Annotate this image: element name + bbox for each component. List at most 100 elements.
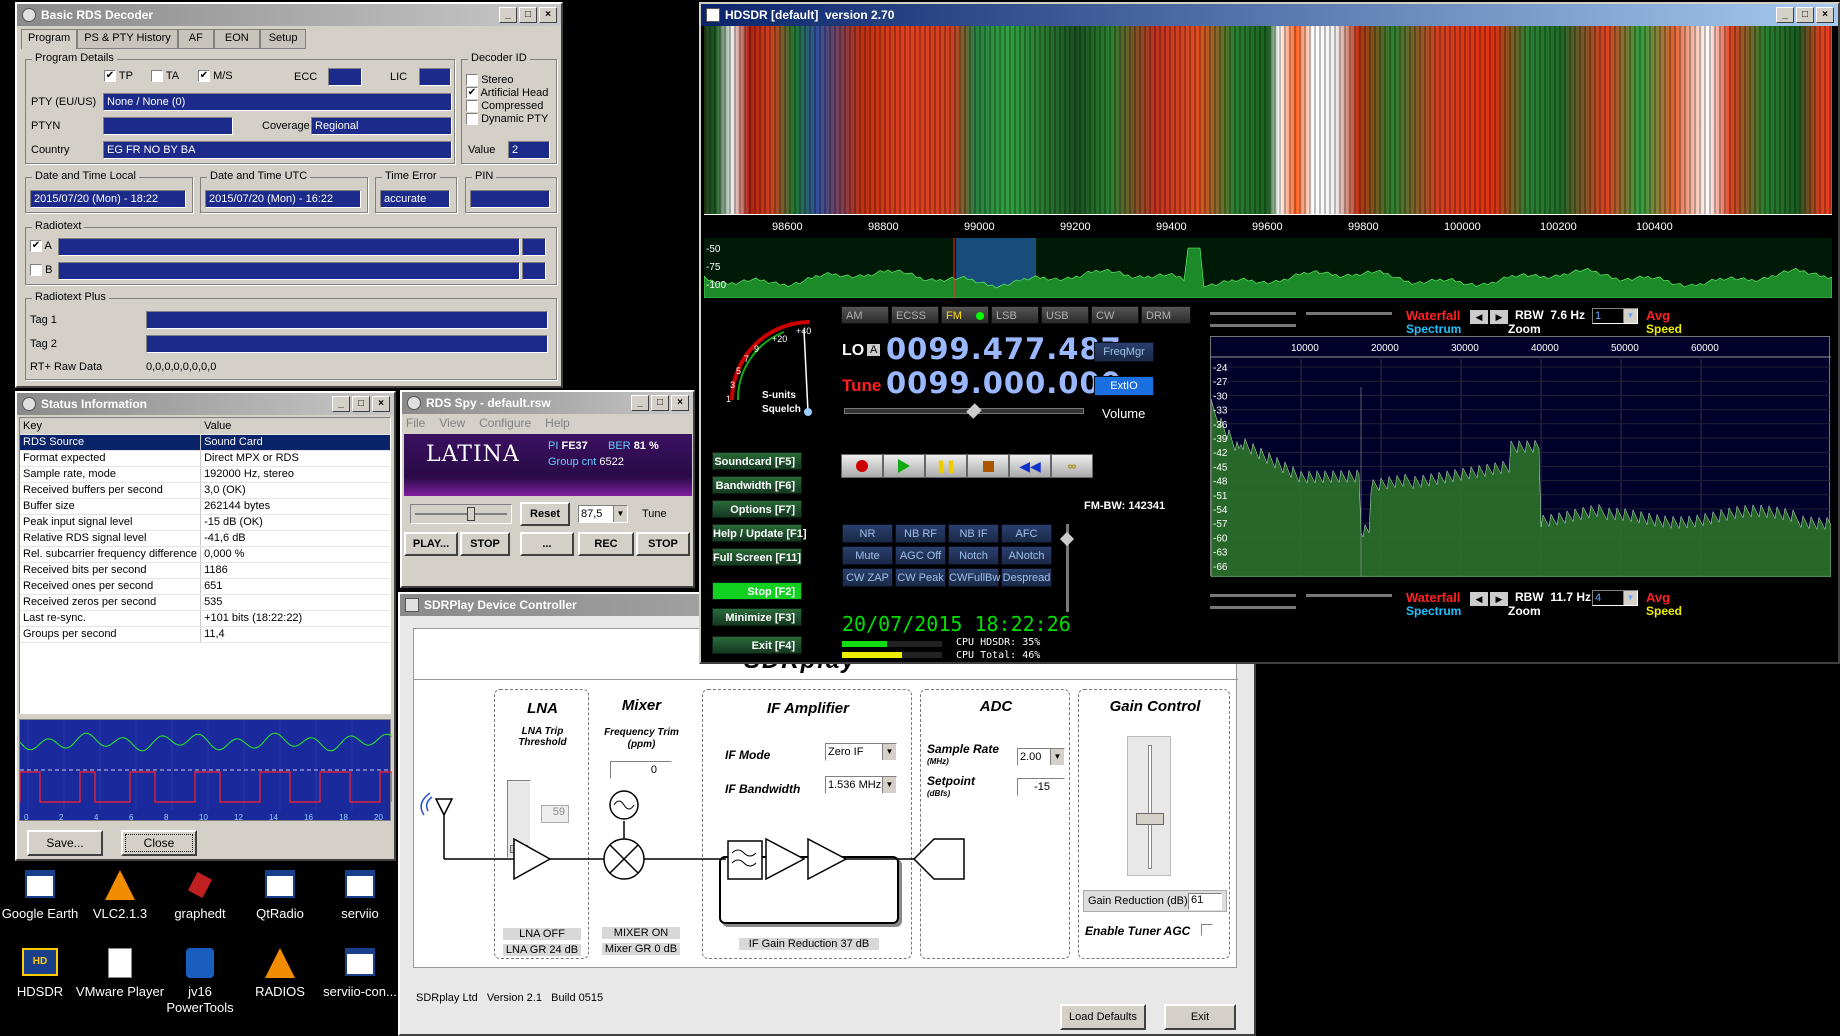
reset-button[interactable]: Reset (520, 502, 570, 526)
desktop-icon-serviio-console[interactable]: serviio-con... (320, 948, 400, 1028)
tab-program[interactable]: Program (21, 29, 78, 49)
rewind-icon[interactable]: ◀◀ (1009, 454, 1051, 478)
table-row[interactable]: Received zeros per second 535 (20, 594, 390, 611)
stop-icon[interactable] (967, 454, 1009, 478)
mode-fm[interactable]: FM (941, 306, 989, 324)
close-button[interactable]: × (539, 7, 557, 23)
minimize-button[interactable]: _ (499, 7, 517, 23)
desktop-icon-serviio[interactable]: serviio (320, 870, 400, 940)
rf-waterfall[interactable] (704, 26, 1832, 214)
title-bar[interactable]: Basic RDS Decoder _ □ × (17, 4, 561, 26)
extio-button[interactable]: ExtIO (1094, 376, 1154, 396)
desktop-icon-vlc[interactable]: VLC2.1.3 (80, 870, 160, 940)
desktop-icon-graphedt[interactable]: graphedt (160, 870, 240, 940)
waterfall-slider[interactable] (1210, 594, 1296, 597)
help-update-button[interactable]: Help / Update [F1] (712, 524, 807, 542)
mode-lsb[interactable]: LSB (991, 306, 1039, 324)
tab-ps-pty-history[interactable]: PS & PTY History (77, 29, 178, 49)
maximize-button[interactable]: □ (352, 396, 370, 412)
tab-setup[interactable]: Setup (259, 29, 307, 49)
radiotext-b-checkbox[interactable]: B (30, 264, 52, 277)
save-button[interactable]: Save... (27, 830, 103, 856)
table-row[interactable]: Received buffers per second 3,0 (OK) (20, 482, 390, 499)
title-bar[interactable]: RDS Spy - default.rsw _ □ × (402, 392, 693, 414)
tp-checkbox[interactable]: ✔ TP (104, 70, 133, 83)
col-key[interactable]: Key (20, 418, 202, 435)
pause-icon[interactable]: ❚❚ (925, 454, 967, 478)
exit-button[interactable]: Exit (1164, 1004, 1236, 1030)
desktop-icon-google-earth[interactable]: Google Earth (0, 870, 80, 940)
menu-view[interactable]: View (439, 416, 465, 430)
spectrum-slider[interactable] (1210, 606, 1296, 609)
table-row[interactable]: Received bits per second 1186 (20, 562, 390, 579)
dsp-button-cwfullbw[interactable]: CWFullBw (948, 568, 1000, 587)
table-row[interactable]: Format expected Direct MPX or RDS (20, 450, 390, 467)
dots-button[interactable]: ... (520, 532, 574, 556)
freqmgr-button[interactable]: FreqMgr (1094, 342, 1154, 362)
waterfall-slider[interactable] (1210, 312, 1296, 315)
close-button[interactable]: Close (121, 830, 197, 856)
table-row[interactable]: Buffer size 262144 bytes (20, 498, 390, 515)
artificial-head-checkbox[interactable]: ✔ Artificial Head (466, 87, 548, 100)
options-button[interactable]: Options [F7] (712, 500, 802, 518)
table-row[interactable]: Sample rate, mode 192000 Hz, stereo (20, 466, 390, 483)
minimize-button[interactable]: _ (1776, 7, 1794, 23)
desktop-icon-qtradio[interactable]: QtRadio (240, 870, 320, 940)
desktop-icon-hdsdr[interactable]: HD HDSDR (0, 948, 80, 1028)
dsp-button-despread[interactable]: Despread (1001, 568, 1052, 587)
col-value[interactable]: Value (200, 418, 390, 435)
bandwidth-button[interactable]: Bandwidth [F6] (712, 476, 802, 494)
close-button[interactable]: × (1816, 7, 1834, 23)
close-button[interactable]: × (372, 396, 390, 412)
play-icon[interactable] (883, 454, 925, 478)
ms-check[interactable]: ✔ (198, 70, 210, 83)
dsp-button-anotch[interactable]: ANotch (1001, 546, 1052, 565)
check[interactable]: ✔ (30, 240, 42, 253)
waterfall-left-arrow-icon[interactable]: ◀ (1470, 310, 1488, 324)
dsp-button-nr[interactable]: NR (842, 524, 893, 543)
waterfall-right-arrow-icon[interactable]: ▶ (1490, 310, 1508, 324)
table-row[interactable]: Last re-sync. +101 bits (18:22:22) (20, 610, 390, 627)
exit-button[interactable]: Exit [F4] (712, 636, 802, 654)
tune-label[interactable]: Tune (642, 508, 667, 520)
check[interactable] (466, 113, 478, 126)
stop-rec-button[interactable]: STOP (636, 532, 690, 556)
desktop-icon-jv16[interactable]: jv16 PowerTools (160, 948, 240, 1028)
stop-button[interactable]: Stop [F2] (712, 582, 802, 600)
minimize-button[interactable]: _ (332, 396, 350, 412)
table-row[interactable]: Rel. subcarrier frequency difference 0,00… (20, 546, 390, 563)
freq-select[interactable]: 87,5 ▼ (578, 505, 628, 523)
tab-af[interactable]: AF (177, 29, 214, 49)
ta-checkbox[interactable]: TA (151, 70, 179, 83)
mode-cw[interactable]: CW (1091, 306, 1139, 324)
rbw-select[interactable]: 4 ▼ (1592, 590, 1638, 606)
desktop-icon-radios[interactable]: RADIOS (240, 948, 320, 1028)
dsp-button-afc[interactable]: AFC (1001, 524, 1052, 543)
check[interactable] (466, 74, 478, 87)
close-button[interactable]: × (671, 395, 689, 411)
waterfall-right-arrow-icon[interactable]: ▶ (1490, 592, 1508, 606)
check[interactable] (30, 264, 42, 277)
waterfall-left-arrow-icon[interactable]: ◀ (1470, 592, 1488, 606)
minimize-app-button[interactable]: Minimize [F3] (712, 608, 802, 626)
loop-icon[interactable]: ∞ (1051, 454, 1093, 478)
play-button[interactable]: PLAY... (404, 532, 458, 556)
spectrum-slider[interactable] (1210, 324, 1296, 327)
dsp-button-agc-off[interactable]: AGC Off (895, 546, 946, 565)
ta-check[interactable] (151, 70, 163, 83)
rbw-select[interactable]: 1 ▼ (1592, 308, 1638, 324)
rec-button[interactable]: REC (578, 532, 634, 556)
menu-file[interactable]: File (406, 416, 425, 430)
mode-am[interactable]: AM (841, 306, 889, 324)
desktop-icon-vmware[interactable]: VMware Player (76, 948, 164, 1028)
minimize-button[interactable]: _ (631, 395, 649, 411)
dsp-button-mute[interactable]: Mute (842, 546, 893, 565)
tp-check[interactable]: ✔ (104, 70, 116, 83)
table-row[interactable]: Groups per second 11,4 (20, 626, 390, 643)
dsp-button-nb-if[interactable]: NB IF (948, 524, 999, 543)
table-row[interactable]: RDS Source Sound Card (20, 434, 390, 451)
tab-eon[interactable]: EON (213, 29, 260, 49)
rf-spectrum[interactable]: -50 -75 -100 (704, 238, 1832, 298)
mode-drm[interactable]: DRM (1141, 306, 1191, 324)
menu-configure[interactable]: Configure (479, 416, 531, 430)
